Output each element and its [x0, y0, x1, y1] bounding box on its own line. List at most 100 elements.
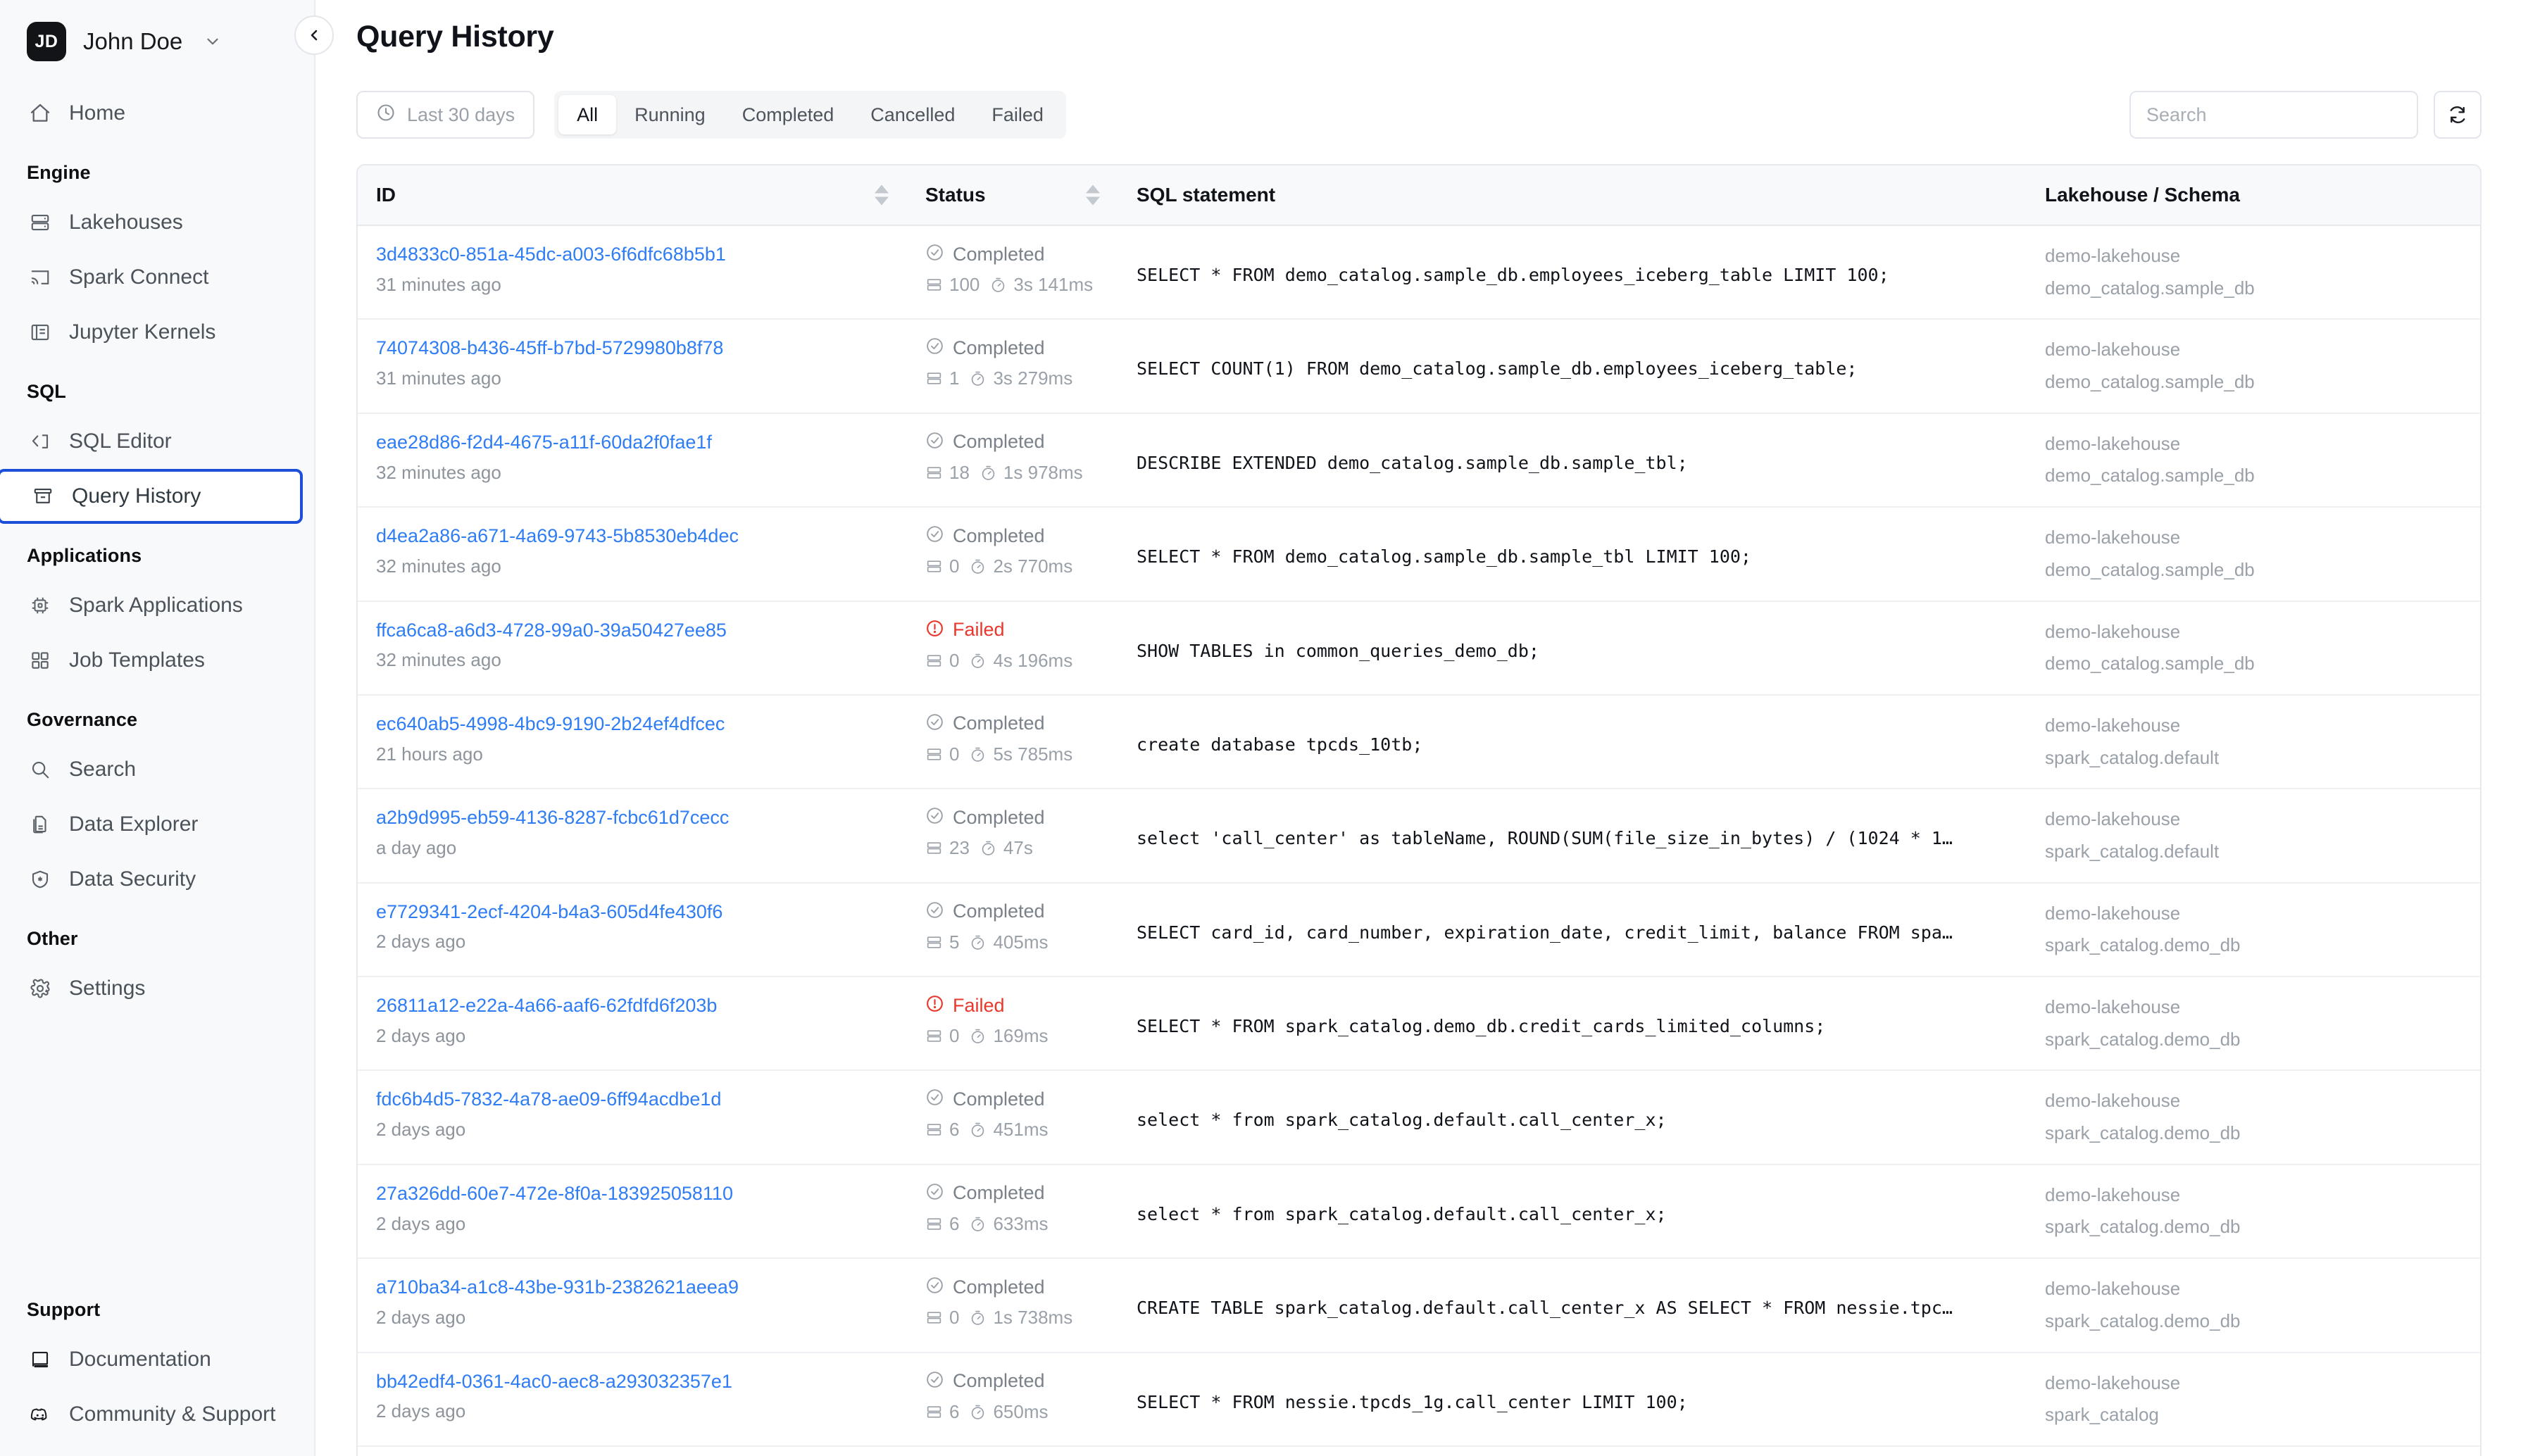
- query-timestamp: 21 hours ago: [376, 743, 483, 765]
- query-id-link[interactable]: 3d4833c0-851a-45dc-a003-6f6dfc68b5b1: [376, 243, 907, 267]
- sidebar-item-documentation[interactable]: Documentation: [0, 1332, 314, 1387]
- cell-id: bb42edf4-0361-4ac0-aec8-a293032357e1 2 da…: [358, 1352, 907, 1447]
- cell-status: Completed 23 47s: [907, 789, 1118, 884]
- cell-sql-statement: SELECT i_brand, count(1) FROM spark_cata…: [1118, 1445, 2027, 1456]
- table-row[interactable]: bb42edf4-0361-4ac0-aec8-a293032357e1 2 da…: [358, 1352, 2480, 1447]
- query-id-link[interactable]: ec640ab5-4998-4bc9-9190-2b24ef4dfcec: [376, 713, 907, 736]
- sidebar-item-spark-connect[interactable]: Spark Connect: [0, 250, 314, 305]
- refresh-button[interactable]: [2434, 91, 2482, 139]
- table-row[interactable]: a2b9d995-eb59-4136-8287-fcbc61d7cecc a da…: [358, 789, 2480, 884]
- status-badge: Completed: [953, 1088, 1045, 1110]
- query-id-link[interactable]: d4ea2a86-a671-4a69-9743-5b8530eb4dec: [376, 525, 907, 548]
- sidebar-item-data-security[interactable]: Data Security: [0, 852, 314, 907]
- filter-tab-all[interactable]: All: [558, 95, 617, 134]
- search-box[interactable]: [2129, 91, 2418, 139]
- query-id-link[interactable]: a710ba34-a1c8-43be-931b-2382621aeea9: [376, 1276, 907, 1300]
- sidebar-item-job-templates[interactable]: Job Templates: [0, 633, 314, 688]
- sidebar-item-jupyter-kernels[interactable]: Jupyter Kernels: [0, 305, 314, 360]
- cell-sql-statement: SELECT * FROM demo_catalog.sample_db.sam…: [1118, 507, 2027, 602]
- filter-tab-cancelled[interactable]: Cancelled: [852, 95, 973, 134]
- sort-icon[interactable]: [1086, 184, 1100, 206]
- filter-tab-completed[interactable]: Completed: [724, 95, 853, 134]
- sidebar-item-community-support[interactable]: Community & Support: [0, 1387, 314, 1442]
- sidebar-item-lakehouses[interactable]: Lakehouses: [0, 195, 314, 250]
- sidebar-item-label: Documentation: [69, 1348, 211, 1371]
- discord-icon: [28, 1402, 52, 1426]
- filter-tab-failed[interactable]: Failed: [973, 95, 1062, 134]
- duration: 451ms: [969, 1119, 1049, 1141]
- table-row[interactable]: d4ea2a86-a671-4a69-9743-5b8530eb4dec 32 m…: [358, 507, 2480, 602]
- date-range-button[interactable]: Last 30 days: [356, 91, 535, 139]
- table-row[interactable]: ec640ab5-4998-4bc9-9190-2b24ef4dfcec 21 h…: [358, 694, 2480, 790]
- query-id-link[interactable]: 27a326dd-60e7-472e-8f0a-183925058110: [376, 1182, 907, 1206]
- lakehouse-name: demo-lakehouse: [2045, 1184, 2181, 1205]
- table-row[interactable]: e7729341-2ecf-4204-b4a3-605d4fe430f6 2 da…: [358, 882, 2480, 978]
- query-id-link[interactable]: 74074308-b436-45ff-b7bd-5729980b8f78: [376, 337, 907, 360]
- schema-name: spark_catalog.demo_db: [2045, 934, 2241, 956]
- schema-name: spark_catalog: [2045, 1404, 2159, 1426]
- filter-tab-running[interactable]: Running: [616, 95, 724, 134]
- sql-statement-text: DESCRIBE EXTENDED demo_catalog.sample_db…: [1137, 452, 1688, 473]
- status-badge: Completed: [953, 243, 1045, 265]
- table-row[interactable]: 74074308-b436-45ff-b7bd-5729980b8f78 31 m…: [358, 319, 2480, 414]
- check-circle-icon: [925, 900, 944, 923]
- sidebar-item-search[interactable]: Search: [0, 742, 314, 797]
- sidebar-item-label: Spark Applications: [69, 594, 243, 617]
- query-id-link[interactable]: e7729341-2ecf-4204-b4a3-605d4fe430f6: [376, 900, 907, 924]
- sql-statement-text: select * from spark_catalog.default.call…: [1137, 1110, 1667, 1131]
- cell-lakehouse-schema: demo-lakehouse spark_catalog: [2027, 1352, 2480, 1447]
- cell-lakehouse-schema: demo-lakehouse demo_catalog.sample_db: [2027, 413, 2480, 508]
- duration: 650ms: [969, 1401, 1049, 1423]
- table-row[interactable]: fdc6b4d5-7832-4a78-ae09-6ff94acdbe1d 2 da…: [358, 1070, 2480, 1165]
- cell-lakehouse-schema: demo-lakehouse spark_catalog.demo_db: [2027, 882, 2480, 978]
- lakehouse-name: demo-lakehouse: [2045, 339, 2181, 360]
- sidebar-item-data-explorer[interactable]: Data Explorer: [0, 797, 314, 852]
- user-menu[interactable]: JD John Doe: [0, 0, 314, 65]
- cell-id: 3d4833c0-851a-45dc-a003-6f6dfc68b5b1 31 m…: [358, 225, 907, 320]
- column-header-label: Status: [925, 184, 986, 206]
- table-row[interactable]: 4de8e26a-e02f-42d4-bca5-249b8539cf8a2 da…: [358, 1445, 2480, 1456]
- sidebar-nav: Home Engine Lakehouses Spark Connect Jup…: [0, 65, 314, 1278]
- row-count: 23: [925, 837, 970, 859]
- duration: 633ms: [969, 1213, 1049, 1235]
- row-count: 18: [925, 462, 970, 484]
- sidebar-item-label: Data Explorer: [69, 812, 199, 836]
- table-header-row: ID Status SQL statement Lakehouse / Sche…: [358, 165, 2480, 226]
- query-id-link[interactable]: fdc6b4d5-7832-4a78-ae09-6ff94acdbe1d: [376, 1088, 907, 1112]
- query-id-link[interactable]: ffca6ca8-a6d3-4728-99a0-39a50427ee85: [376, 619, 907, 643]
- cell-status: Completed 18 1s 978ms: [907, 413, 1118, 508]
- check-circle-icon: [925, 1182, 944, 1205]
- table-row[interactable]: 27a326dd-60e7-472e-8f0a-183925058110 2 da…: [358, 1164, 2480, 1260]
- table-row[interactable]: 3d4833c0-851a-45dc-a003-6f6dfc68b5b1 31 m…: [358, 225, 2480, 320]
- column-header-id[interactable]: ID: [358, 165, 907, 226]
- table-row[interactable]: eae28d86-f2d4-4675-a11f-60da2f0fae1f 32 m…: [358, 413, 2480, 508]
- schema-name: demo_catalog.sample_db: [2045, 465, 2255, 487]
- sort-icon[interactable]: [875, 184, 889, 206]
- schema-name: spark_catalog.demo_db: [2045, 1122, 2241, 1144]
- status-badge: Completed: [953, 900, 1045, 922]
- lakehouse-name: demo-lakehouse: [2045, 1090, 2181, 1112]
- row-count: 1: [925, 368, 959, 389]
- query-id-link[interactable]: a2b9d995-eb59-4136-8287-fcbc61d7cecc: [376, 806, 907, 830]
- schema-name: demo_catalog.sample_db: [2045, 371, 2255, 393]
- table-row[interactable]: 26811a12-e22a-4a66-aaf6-62fdfd6f203b 2 da…: [358, 977, 2480, 1072]
- sidebar-item-query-history[interactable]: Query History: [0, 469, 303, 524]
- sidebar-item-home[interactable]: Home: [0, 86, 314, 141]
- table-row[interactable]: a710ba34-a1c8-43be-931b-2382621aeea9 2 da…: [358, 1258, 2480, 1353]
- sidebar-support-section: Support Documentation Community & Suppor…: [0, 1278, 314, 1456]
- column-header-status[interactable]: Status: [907, 165, 1118, 226]
- table-row[interactable]: ffca6ca8-a6d3-4728-99a0-39a50427ee85 32 m…: [358, 601, 2480, 696]
- sidebar-item-label: Settings: [69, 977, 146, 1000]
- query-id-link[interactable]: bb42edf4-0361-4ac0-aec8-a293032357e1: [376, 1370, 907, 1394]
- sidebar-item-spark-applications[interactable]: Spark Applications: [0, 578, 314, 633]
- schema-name: demo_catalog.sample_db: [2045, 558, 2255, 580]
- sidebar-item-sql-editor[interactable]: SQL Editor: [0, 414, 314, 469]
- collapse-sidebar-button[interactable]: [294, 15, 334, 55]
- query-timestamp: 2 days ago: [376, 1212, 466, 1234]
- query-id-link[interactable]: eae28d86-f2d4-4675-a11f-60da2f0fae1f: [376, 431, 907, 455]
- sidebar-item-settings[interactable]: Settings: [0, 961, 314, 1016]
- query-id-link[interactable]: 26811a12-e22a-4a66-aaf6-62fdfd6f203b: [376, 994, 907, 1018]
- column-header-lakehouse-schema: Lakehouse / Schema: [2027, 165, 2480, 226]
- search-input[interactable]: [2146, 103, 2401, 126]
- user-name: John Doe: [83, 28, 183, 54]
